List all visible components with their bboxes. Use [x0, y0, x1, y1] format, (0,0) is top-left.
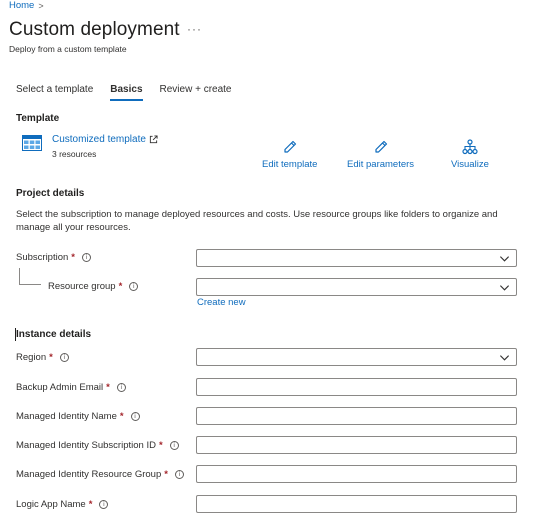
required-marker: * [106, 382, 110, 393]
logic-app-name-label: Logic App Name * i [16, 499, 109, 510]
managed-identity-subscription-id-input[interactable] [196, 436, 517, 454]
subscription-label-text: Subscription [16, 252, 69, 263]
logic-app-name-label-text: Logic App Name [16, 499, 86, 510]
region-label-text: Region [16, 352, 47, 363]
info-icon[interactable]: i [59, 353, 69, 362]
managed-identity-resource-group-input[interactable] [196, 465, 517, 483]
info-icon[interactable]: i [116, 383, 126, 392]
edit-template-label: Edit template [262, 159, 318, 170]
visualize-button[interactable]: Visualize [451, 139, 489, 170]
managed-identity-resource-group-label: Managed Identity Resource Group * i [16, 469, 184, 480]
breadcrumb: Home > [9, 0, 44, 11]
template-grid-icon [22, 135, 42, 151]
tab-select-template[interactable]: Select a template [16, 84, 93, 100]
required-marker: * [119, 411, 124, 422]
edit-parameters-label: Edit parameters [347, 159, 415, 170]
subscription-label: Subscription * i [16, 252, 91, 263]
pencil-icon [284, 140, 296, 153]
chevron-down-icon [499, 285, 510, 291]
info-icon[interactable]: i [169, 441, 179, 450]
region-dropdown[interactable] [196, 348, 517, 366]
breadcrumb-home-link[interactable]: Home [9, 0, 34, 11]
visualize-label: Visualize [451, 159, 489, 170]
managed-identity-name-label-text: Managed Identity Name [16, 411, 117, 422]
info-icon[interactable]: i [129, 282, 139, 291]
backup-admin-email-label: Backup Admin Email * i [16, 382, 126, 393]
managed-identity-name-label: Managed Identity Name * i [16, 411, 140, 422]
template-heading: Template [16, 113, 60, 124]
subscription-dropdown[interactable] [196, 249, 517, 267]
info-icon[interactable]: i [174, 470, 184, 479]
project-details-description: Select the subscription to manage deploy… [16, 209, 498, 233]
page-title: Custom deployment [9, 19, 180, 40]
page-subtitle: Deploy from a custom template [9, 44, 127, 54]
customized-template-label[interactable]: Customized template [52, 134, 146, 145]
tree-connector [19, 268, 20, 284]
info-icon[interactable]: i [130, 412, 140, 421]
chevron-down-icon [499, 355, 510, 361]
required-marker: * [49, 352, 53, 363]
instance-details-heading: Instance details [16, 329, 92, 340]
required-marker: * [158, 440, 163, 451]
open-external-icon [149, 135, 158, 144]
tab-basics[interactable]: Basics [110, 84, 143, 101]
customized-template-link[interactable]: Customized template [52, 134, 158, 145]
create-new-link[interactable]: Create new [197, 297, 246, 308]
edit-parameters-button[interactable]: Edit parameters [347, 139, 414, 170]
resource-group-label-text: Resource group [48, 281, 116, 292]
logic-app-name-input[interactable] [196, 495, 517, 513]
required-marker: * [88, 499, 93, 510]
region-label: Region * i [16, 352, 69, 363]
backup-admin-email-input[interactable] [196, 378, 517, 396]
tab-review-create[interactable]: Review + create [160, 84, 232, 100]
required-marker: * [118, 281, 123, 292]
managed-identity-subscription-id-label: Managed Identity Subscription ID * i [16, 440, 179, 451]
tree-connector [19, 284, 41, 285]
required-marker: * [71, 252, 75, 263]
resource-group-label: Resource group * i [48, 281, 139, 292]
backup-admin-email-label-text: Backup Admin Email [16, 382, 104, 393]
managed-identity-name-input[interactable] [196, 407, 517, 425]
required-marker: * [164, 469, 168, 480]
chevron-down-icon [499, 256, 510, 262]
project-details-heading: Project details [16, 188, 85, 199]
resource-group-dropdown[interactable] [196, 278, 517, 296]
info-icon[interactable]: i [99, 500, 109, 509]
template-resource-count: 3 resources [52, 149, 97, 159]
edit-template-button[interactable]: Edit template [262, 139, 317, 170]
pencil-icon [374, 140, 387, 153]
managed-identity-resource-group-label-text: Managed Identity Resource Group [16, 469, 162, 480]
hierarchy-icon [462, 139, 478, 155]
info-icon[interactable]: i [81, 253, 91, 262]
breadcrumb-separator: > [38, 0, 44, 11]
more-options-button[interactable]: ··· [187, 22, 202, 36]
wizard-tabs: Select a template Basics Review + create [16, 84, 249, 101]
managed-identity-subscription-id-label-text: Managed Identity Subscription ID [16, 440, 156, 451]
